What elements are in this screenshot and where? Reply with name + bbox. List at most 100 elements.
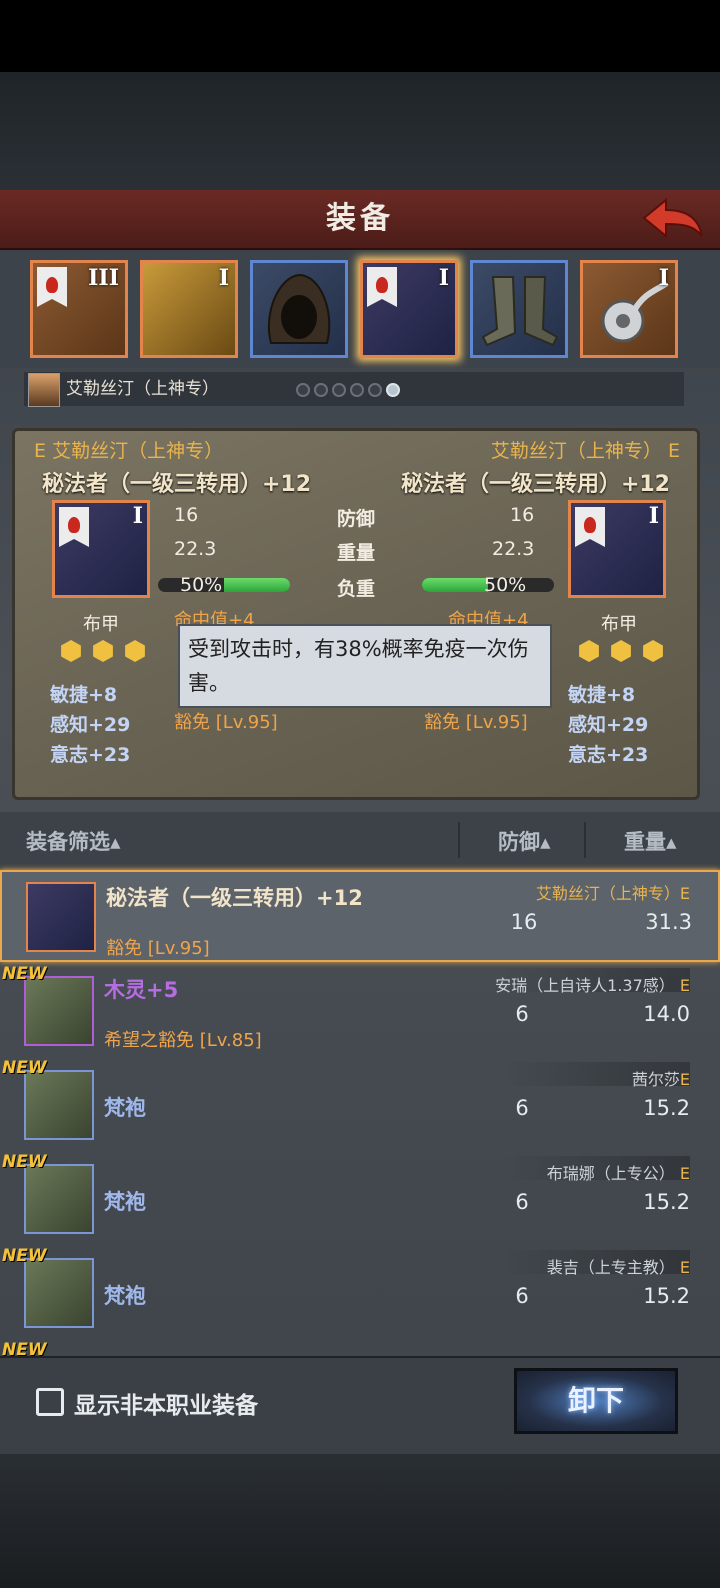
list-item[interactable]: NEW 梵袍 裴吉（上专主教） E 6 15.2 xyxy=(0,1246,720,1338)
item-weight: 14.0 xyxy=(643,1002,690,1026)
left-weight: 22.3 xyxy=(174,538,217,560)
sort-defense-button[interactable]: 防御▴ xyxy=(498,826,551,856)
left-skill[interactable]: 豁免 [Lv.95] xyxy=(174,708,278,734)
back-arrow-icon[interactable] xyxy=(640,196,704,242)
top-backdrop xyxy=(0,72,720,190)
load-label: 负重 xyxy=(336,578,375,600)
slot-accessory[interactable]: I xyxy=(140,260,238,358)
faction-flag-icon xyxy=(37,267,67,307)
left-load-pct: 50% xyxy=(180,574,223,596)
defense-label: 防御 xyxy=(336,508,375,530)
gem-icon xyxy=(611,640,631,662)
unequip-button[interactable]: 卸下 xyxy=(514,1368,678,1434)
status-bar-area xyxy=(0,0,720,72)
show-other-class-checkbox[interactable] xyxy=(36,1388,64,1416)
item-name: 梵袍 xyxy=(104,1190,146,1214)
left-armor-type: 布甲 xyxy=(83,614,119,635)
slot-boots[interactable] xyxy=(470,260,568,358)
item-defense: 6 xyxy=(515,1284,529,1308)
list-item[interactable]: NEW 梵袍 布瑞娜（上专公） E 6 15.2 xyxy=(0,1152,720,1244)
slot-charm[interactable]: I xyxy=(580,260,678,358)
page-dot[interactable] xyxy=(350,383,364,397)
new-badge: NEW xyxy=(2,1340,47,1356)
right-defense: 16 xyxy=(510,504,535,526)
list-item[interactable]: 秘法者（一级三转用）+12 艾勒丝汀（上神专）E 16 31.3 豁免 [Lv.… xyxy=(0,870,720,962)
page-dot[interactable] xyxy=(368,383,382,397)
slot-tier: I xyxy=(438,265,449,291)
faction-flag-icon xyxy=(575,507,605,547)
weight-label: 重量 xyxy=(336,542,375,564)
item-defense: 6 xyxy=(515,1190,529,1214)
right-weight: 22.3 xyxy=(492,538,535,560)
item-name: 梵袍 xyxy=(104,1096,146,1120)
left-item-name: 秘法者（一级三转用）+12 xyxy=(42,472,312,497)
item-icon xyxy=(24,976,94,1046)
slot-tier: III xyxy=(88,265,119,291)
list-item[interactable]: NEW 木灵+5 安瑞（上自诗人1.37感） E 6 14.0 希望之豁免 [L… xyxy=(0,964,720,1056)
page-title: 装备 xyxy=(326,201,394,236)
item-defense: 16 xyxy=(510,910,538,934)
header-bar: 装备 xyxy=(0,190,720,250)
item-name: 秘法者（一级三转用）+12 xyxy=(106,886,363,910)
character-name: 艾勒丝汀（上神专） xyxy=(66,379,219,399)
left-attr: 敏捷+8 xyxy=(50,684,118,706)
filter-bar: 装备筛选▴ 防御▴ 重量▴ xyxy=(0,812,720,868)
item-icon xyxy=(24,1070,94,1140)
hood-icon xyxy=(267,273,331,344)
item-tier: I xyxy=(648,503,659,529)
right-grade-owner: 艾勒丝汀（上神专） E xyxy=(490,440,680,462)
gem-icon xyxy=(579,640,599,662)
character-avatar[interactable] xyxy=(28,373,60,407)
page-dot-active[interactable] xyxy=(386,383,400,397)
item-owner: 裴吉（上专主教） E xyxy=(546,1258,690,1277)
item-name: 梵袍 xyxy=(104,1284,146,1308)
divider xyxy=(584,822,586,858)
item-tier: I xyxy=(132,503,143,529)
new-badge: NEW xyxy=(2,1058,47,1078)
page-dot[interactable] xyxy=(314,383,328,397)
item-weight: 31.3 xyxy=(645,910,692,934)
new-badge: NEW xyxy=(2,1152,47,1172)
right-load-pct: 50% xyxy=(484,574,527,596)
slot-tier: I xyxy=(658,265,669,291)
page-dot[interactable] xyxy=(296,383,310,397)
slot-helmet[interactable]: III xyxy=(30,260,128,358)
show-other-class-label[interactable]: 显示非本职业装备 xyxy=(74,1386,258,1420)
item-skill: 豁免 [Lv.95] xyxy=(106,938,210,959)
right-item-name: 秘法者（一级三转用）+12 xyxy=(400,472,670,497)
left-attr: 感知+29 xyxy=(50,714,131,736)
item-weight: 15.2 xyxy=(643,1284,690,1308)
sort-weight-button[interactable]: 重量▴ xyxy=(624,826,677,856)
slot-hood[interactable] xyxy=(250,260,348,358)
slot-armor[interactable]: I xyxy=(360,260,458,358)
page-dot[interactable] xyxy=(332,383,346,397)
left-attr: 意志+23 xyxy=(50,744,131,766)
gem-icon xyxy=(61,640,81,662)
right-skill[interactable]: 豁免 [Lv.95] xyxy=(424,708,528,734)
item-owner: 茜尔莎E xyxy=(631,1070,690,1089)
item-weight: 15.2 xyxy=(643,1096,690,1120)
right-attr: 意志+23 xyxy=(568,744,649,766)
new-badge: NEW xyxy=(2,1246,47,1266)
item-icon xyxy=(24,1164,94,1234)
list-item[interactable]: NEW 梵袍 茜尔莎E 6 15.2 xyxy=(0,1058,720,1150)
right-attr: 感知+29 xyxy=(568,714,649,736)
list-item[interactable]: NEW xyxy=(0,1340,720,1356)
filter-button[interactable]: 装备筛选▴ xyxy=(26,826,121,856)
slot-tier: I xyxy=(218,265,229,291)
left-load-bar xyxy=(158,578,290,592)
gem-icon xyxy=(125,640,145,662)
item-defense: 6 xyxy=(515,1096,529,1120)
bottom-backdrop xyxy=(0,1452,720,1588)
equipment-slot-row: III I I I xyxy=(0,252,720,368)
right-item-icon: I xyxy=(568,500,666,598)
character-bar: 艾勒丝汀（上神专） xyxy=(24,372,684,407)
faction-flag-icon xyxy=(367,267,397,307)
right-armor-type: 布甲 xyxy=(601,614,637,635)
item-weight: 15.2 xyxy=(643,1190,690,1214)
item-owner: 布瑞娜（上专公） E xyxy=(546,1164,690,1183)
right-gems xyxy=(578,640,674,666)
item-owner: 安瑞（上自诗人1.37感） E xyxy=(495,976,690,995)
item-name: 木灵+5 xyxy=(104,978,179,1002)
item-icon xyxy=(26,882,96,952)
